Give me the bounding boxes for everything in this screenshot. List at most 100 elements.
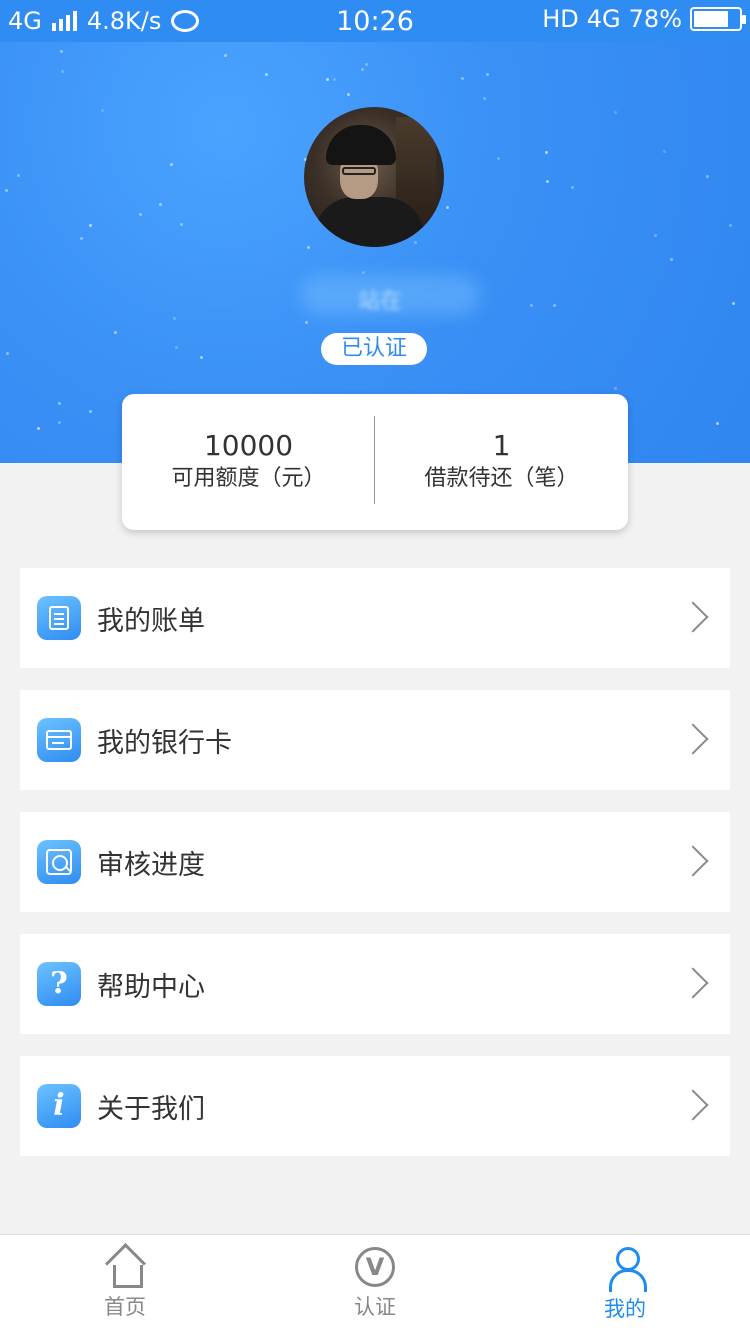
menu-item-help-center[interactable]: ? 帮助中心 — [20, 934, 730, 1034]
star-decoration — [729, 224, 732, 227]
star-decoration — [175, 346, 178, 349]
star-decoration — [5, 189, 8, 192]
star-decoration — [553, 304, 556, 307]
star-decoration — [670, 258, 673, 261]
star-decoration — [663, 150, 666, 153]
home-icon — [105, 1247, 145, 1288]
avatar-cap — [326, 125, 396, 165]
tab-home[interactable]: 首页 — [0, 1235, 250, 1334]
star-decoration — [486, 73, 489, 76]
star-decoration — [89, 410, 92, 413]
status-bar-right: HD 4G 78% — [542, 5, 746, 33]
star-decoration — [461, 77, 464, 80]
menu-item-label: 审核进度 — [97, 849, 205, 881]
star-decoration — [224, 54, 227, 57]
verify-icon: V — [355, 1247, 395, 1287]
verified-badge: 已认证 — [321, 333, 427, 365]
menu-item-label: 帮助中心 — [97, 971, 205, 1003]
username-blur-mask — [300, 275, 480, 315]
star-decoration — [180, 223, 183, 226]
tab-label: 首页 — [104, 1295, 146, 1319]
stat-label: 借款待还（笔） — [424, 466, 579, 491]
star-decoration — [173, 317, 176, 320]
bill-icon — [37, 596, 81, 640]
profile-icon — [605, 1247, 647, 1292]
avatar[interactable] — [304, 107, 444, 247]
star-decoration — [200, 356, 203, 359]
chevron-right-icon — [677, 723, 709, 755]
star-decoration — [362, 271, 365, 274]
star-decoration — [483, 97, 486, 100]
star-decoration — [545, 151, 548, 154]
star-decoration — [37, 427, 40, 430]
star-decoration — [114, 331, 117, 334]
tab-profile[interactable]: 我的 — [500, 1235, 750, 1334]
chevron-right-icon — [677, 967, 709, 999]
star-decoration — [446, 206, 449, 209]
battery-percent: 78% — [628, 5, 682, 33]
star-decoration — [89, 224, 92, 227]
star-decoration — [706, 175, 709, 178]
review-progress-icon — [37, 840, 81, 884]
chevron-right-icon — [677, 601, 709, 633]
star-decoration — [159, 203, 162, 206]
tab-label: 认证 — [354, 1295, 396, 1319]
star-decoration — [530, 304, 533, 307]
star-decoration — [17, 174, 20, 177]
star-decoration — [361, 68, 364, 71]
stats-card: 10000 可用额度（元） 1 借款待还（笔） — [122, 394, 628, 530]
star-decoration — [60, 50, 63, 53]
help-icon: ? — [37, 962, 81, 1006]
star-decoration — [497, 157, 500, 160]
star-decoration — [654, 234, 657, 237]
star-decoration — [614, 387, 617, 390]
stat-pending-loans[interactable]: 1 借款待还（笔） — [375, 394, 628, 530]
star-decoration — [347, 93, 350, 96]
network-type-right: 4G — [586, 5, 621, 33]
menu-item-label: 我的银行卡 — [97, 727, 232, 759]
tab-verify[interactable]: V 认证 — [250, 1235, 500, 1334]
star-decoration — [333, 78, 336, 81]
star-decoration — [614, 111, 617, 114]
stats-divider — [374, 416, 375, 504]
avatar-glasses — [342, 167, 376, 175]
stat-value: 10000 — [203, 429, 294, 462]
menu-item-bank-cards[interactable]: 我的银行卡 — [20, 690, 730, 790]
status-bar: 4G 4.8K/s 10:26 HD 4G 78% — [0, 0, 750, 42]
bank-card-icon — [37, 718, 81, 762]
avatar-body — [314, 197, 424, 247]
menu-item-label: 关于我们 — [97, 1093, 205, 1125]
stat-available-credit[interactable]: 10000 可用额度（元） — [122, 394, 375, 530]
chevron-right-icon — [677, 845, 709, 877]
star-decoration — [305, 321, 308, 324]
stat-value: 1 — [492, 429, 511, 462]
menu-item-bills[interactable]: 我的账单 — [20, 568, 730, 668]
star-decoration — [6, 352, 9, 355]
star-decoration — [716, 422, 719, 425]
stat-label: 可用额度（元） — [171, 466, 326, 491]
star-decoration — [365, 63, 368, 66]
star-decoration — [170, 163, 173, 166]
star-decoration — [101, 109, 104, 112]
star-decoration — [571, 186, 574, 189]
star-decoration — [307, 246, 310, 249]
star-decoration — [139, 213, 142, 216]
battery-icon — [690, 7, 746, 31]
info-icon: i — [37, 1084, 81, 1128]
menu-item-about-us[interactable]: i 关于我们 — [20, 1056, 730, 1156]
star-decoration — [61, 70, 64, 73]
chevron-right-icon — [677, 1089, 709, 1121]
star-decoration — [58, 402, 61, 405]
menu-item-label: 我的账单 — [97, 605, 205, 637]
tab-label: 我的 — [604, 1297, 646, 1321]
star-decoration — [326, 78, 329, 81]
star-decoration — [732, 302, 735, 305]
star-decoration — [80, 237, 83, 240]
tab-bar: 首页 V 认证 我的 — [0, 1234, 750, 1334]
username: 站在 — [280, 275, 480, 315]
star-decoration — [58, 421, 61, 424]
menu-item-review-progress[interactable]: 审核进度 — [20, 812, 730, 912]
star-decoration — [265, 73, 268, 76]
hd-indicator: HD — [542, 5, 579, 33]
star-decoration — [546, 180, 549, 183]
